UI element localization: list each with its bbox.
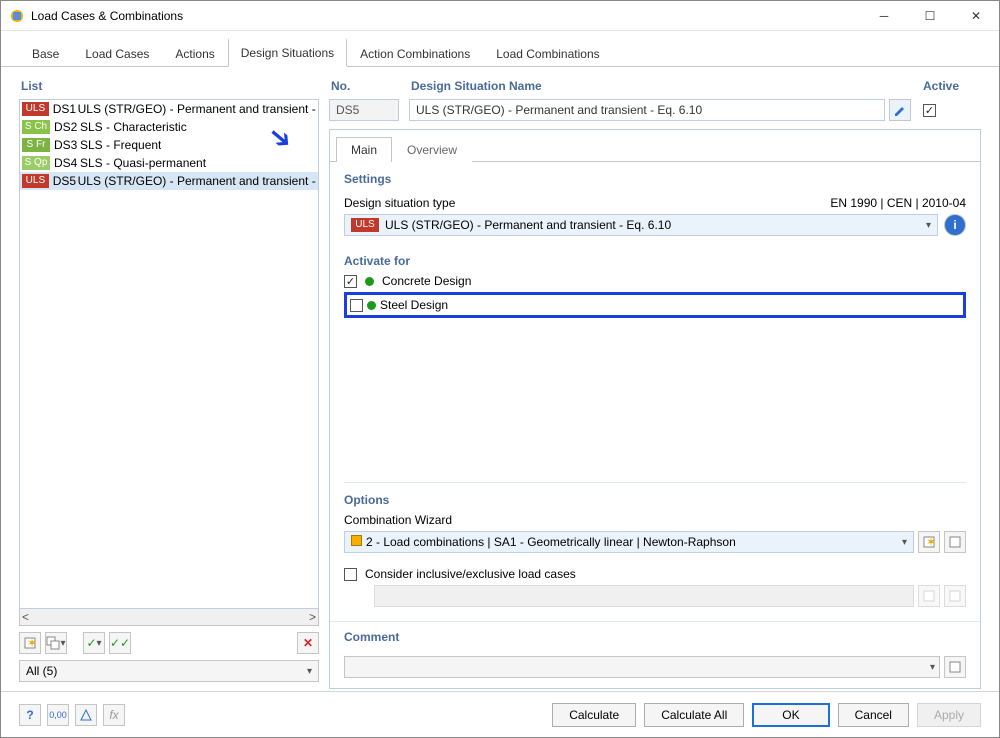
wizard-edit-button[interactable] [944,531,966,553]
edit-name-button[interactable] [889,99,911,121]
pencil-icon [893,103,907,117]
tab-load-cases[interactable]: Load Cases [72,40,162,67]
tab-action-combinations[interactable]: Action Combinations [347,40,483,67]
consider-new-button [918,585,940,607]
list-item[interactable]: ULS DS1 ULS (STR/GEO) - Permanent and tr… [20,100,318,118]
units-button[interactable]: 0,00 [47,704,69,726]
settings-title: Settings [344,172,966,186]
tree-button[interactable] [75,704,97,726]
no-field[interactable]: DS5 [329,99,399,121]
concrete-design-checkbox[interactable]: ✓ [344,275,357,288]
consider-cases-checkbox[interactable] [344,568,357,581]
activate-title: Activate for [344,254,966,268]
consider-edit-button [944,585,966,607]
horizontal-scrollbar[interactable]: <> [19,609,319,626]
title-bar: Load Cases & Combinations ─ ☐ ✕ [1,1,999,31]
close-button[interactable]: ✕ [953,1,999,31]
status-dot-icon [367,301,376,310]
uncheck-all-button[interactable]: ✓✓ [109,632,131,654]
window-title: Load Cases & Combinations [31,9,861,23]
comment-title: Comment [330,622,980,644]
consider-cases-field [374,585,914,607]
calculate-all-button[interactable]: Calculate All [644,703,744,727]
chevron-down-icon: ▾ [902,537,907,548]
delete-button[interactable]: ✕ [297,632,319,654]
check-all-button[interactable]: ✓▾ [83,632,105,654]
design-situation-list: ULS DS1 ULS (STR/GEO) - Permanent and tr… [19,99,319,609]
steel-design-checkbox[interactable] [350,299,363,312]
comment-field[interactable]: ▾ [344,656,940,678]
design-type-dropdown[interactable]: ULS ULS (STR/GEO) - Permanent and transi… [344,214,938,236]
chevron-down-icon: ▾ [926,220,931,231]
list-item[interactable]: S Ch DS2 SLS - Characteristic [20,118,318,136]
dsname-field[interactable]: ULS (STR/GEO) - Permanent and transient … [409,99,885,121]
list-filter-dropdown[interactable]: All (5) ▾ [19,660,319,682]
wizard-dropdown[interactable]: 2 - Load combinations | SA1 - Geometrica… [344,531,914,553]
standard-label: EN 1990 | CEN | 2010-04 [830,196,966,210]
svg-text:✶: ✶ [926,536,935,548]
list-item[interactable]: S Qp DS4 SLS - Quasi-permanent [20,154,318,172]
comment-library-button[interactable] [944,656,966,678]
badge-uls: ULS [22,102,49,116]
calculate-button[interactable]: Calculate [552,703,636,727]
chevron-down-icon: ▾ [307,666,312,677]
dsname-label: Design Situation Name [409,75,911,99]
no-label: No. [329,75,399,99]
tab-actions[interactable]: Actions [162,40,227,67]
fx-button[interactable]: fx [103,704,125,726]
subtab-overview[interactable]: Overview [392,137,472,162]
active-label: Active [921,75,981,99]
design-type-label: Design situation type [344,196,455,210]
badge-sfr: S Fr [22,138,50,152]
wizard-label: Combination Wizard [344,513,966,527]
main-tabs: Base Load Cases Actions Design Situation… [1,37,999,67]
wizard-new-button[interactable]: ✶ [918,531,940,553]
badge-sqp: S Qp [22,156,50,170]
svg-text:✶: ✶ [27,636,37,650]
list-header: List [19,75,319,99]
minimize-button[interactable]: ─ [861,1,907,31]
tab-base[interactable]: Base [19,40,72,67]
active-checkbox[interactable]: ✓ [923,104,936,117]
badge-sch: S Ch [22,120,50,134]
maximize-button[interactable]: ☐ [907,1,953,31]
status-dot-icon [365,277,374,286]
info-button[interactable]: i [944,214,966,236]
cancel-button[interactable]: Cancel [838,703,909,727]
list-item[interactable]: S Fr DS3 SLS - Frequent [20,136,318,154]
subtab-main[interactable]: Main [336,137,392,162]
help-button[interactable]: ? [19,704,41,726]
new-button[interactable]: ✶ [19,632,41,654]
tab-load-combinations[interactable]: Load Combinations [483,40,612,67]
apply-button: Apply [917,703,981,727]
options-title: Options [344,493,966,507]
app-icon [9,8,25,24]
copy-button[interactable]: ▾ [45,632,67,654]
badge-uls: ULS [22,174,49,188]
ok-button[interactable]: OK [752,703,829,727]
steel-design-highlight: Steel Design [344,292,966,318]
list-item[interactable]: ULS DS5 ULS (STR/GEO) - Permanent and tr… [20,172,318,190]
tab-design-situations[interactable]: Design Situations [228,38,347,67]
chevron-down-icon: ▾ [930,662,935,673]
